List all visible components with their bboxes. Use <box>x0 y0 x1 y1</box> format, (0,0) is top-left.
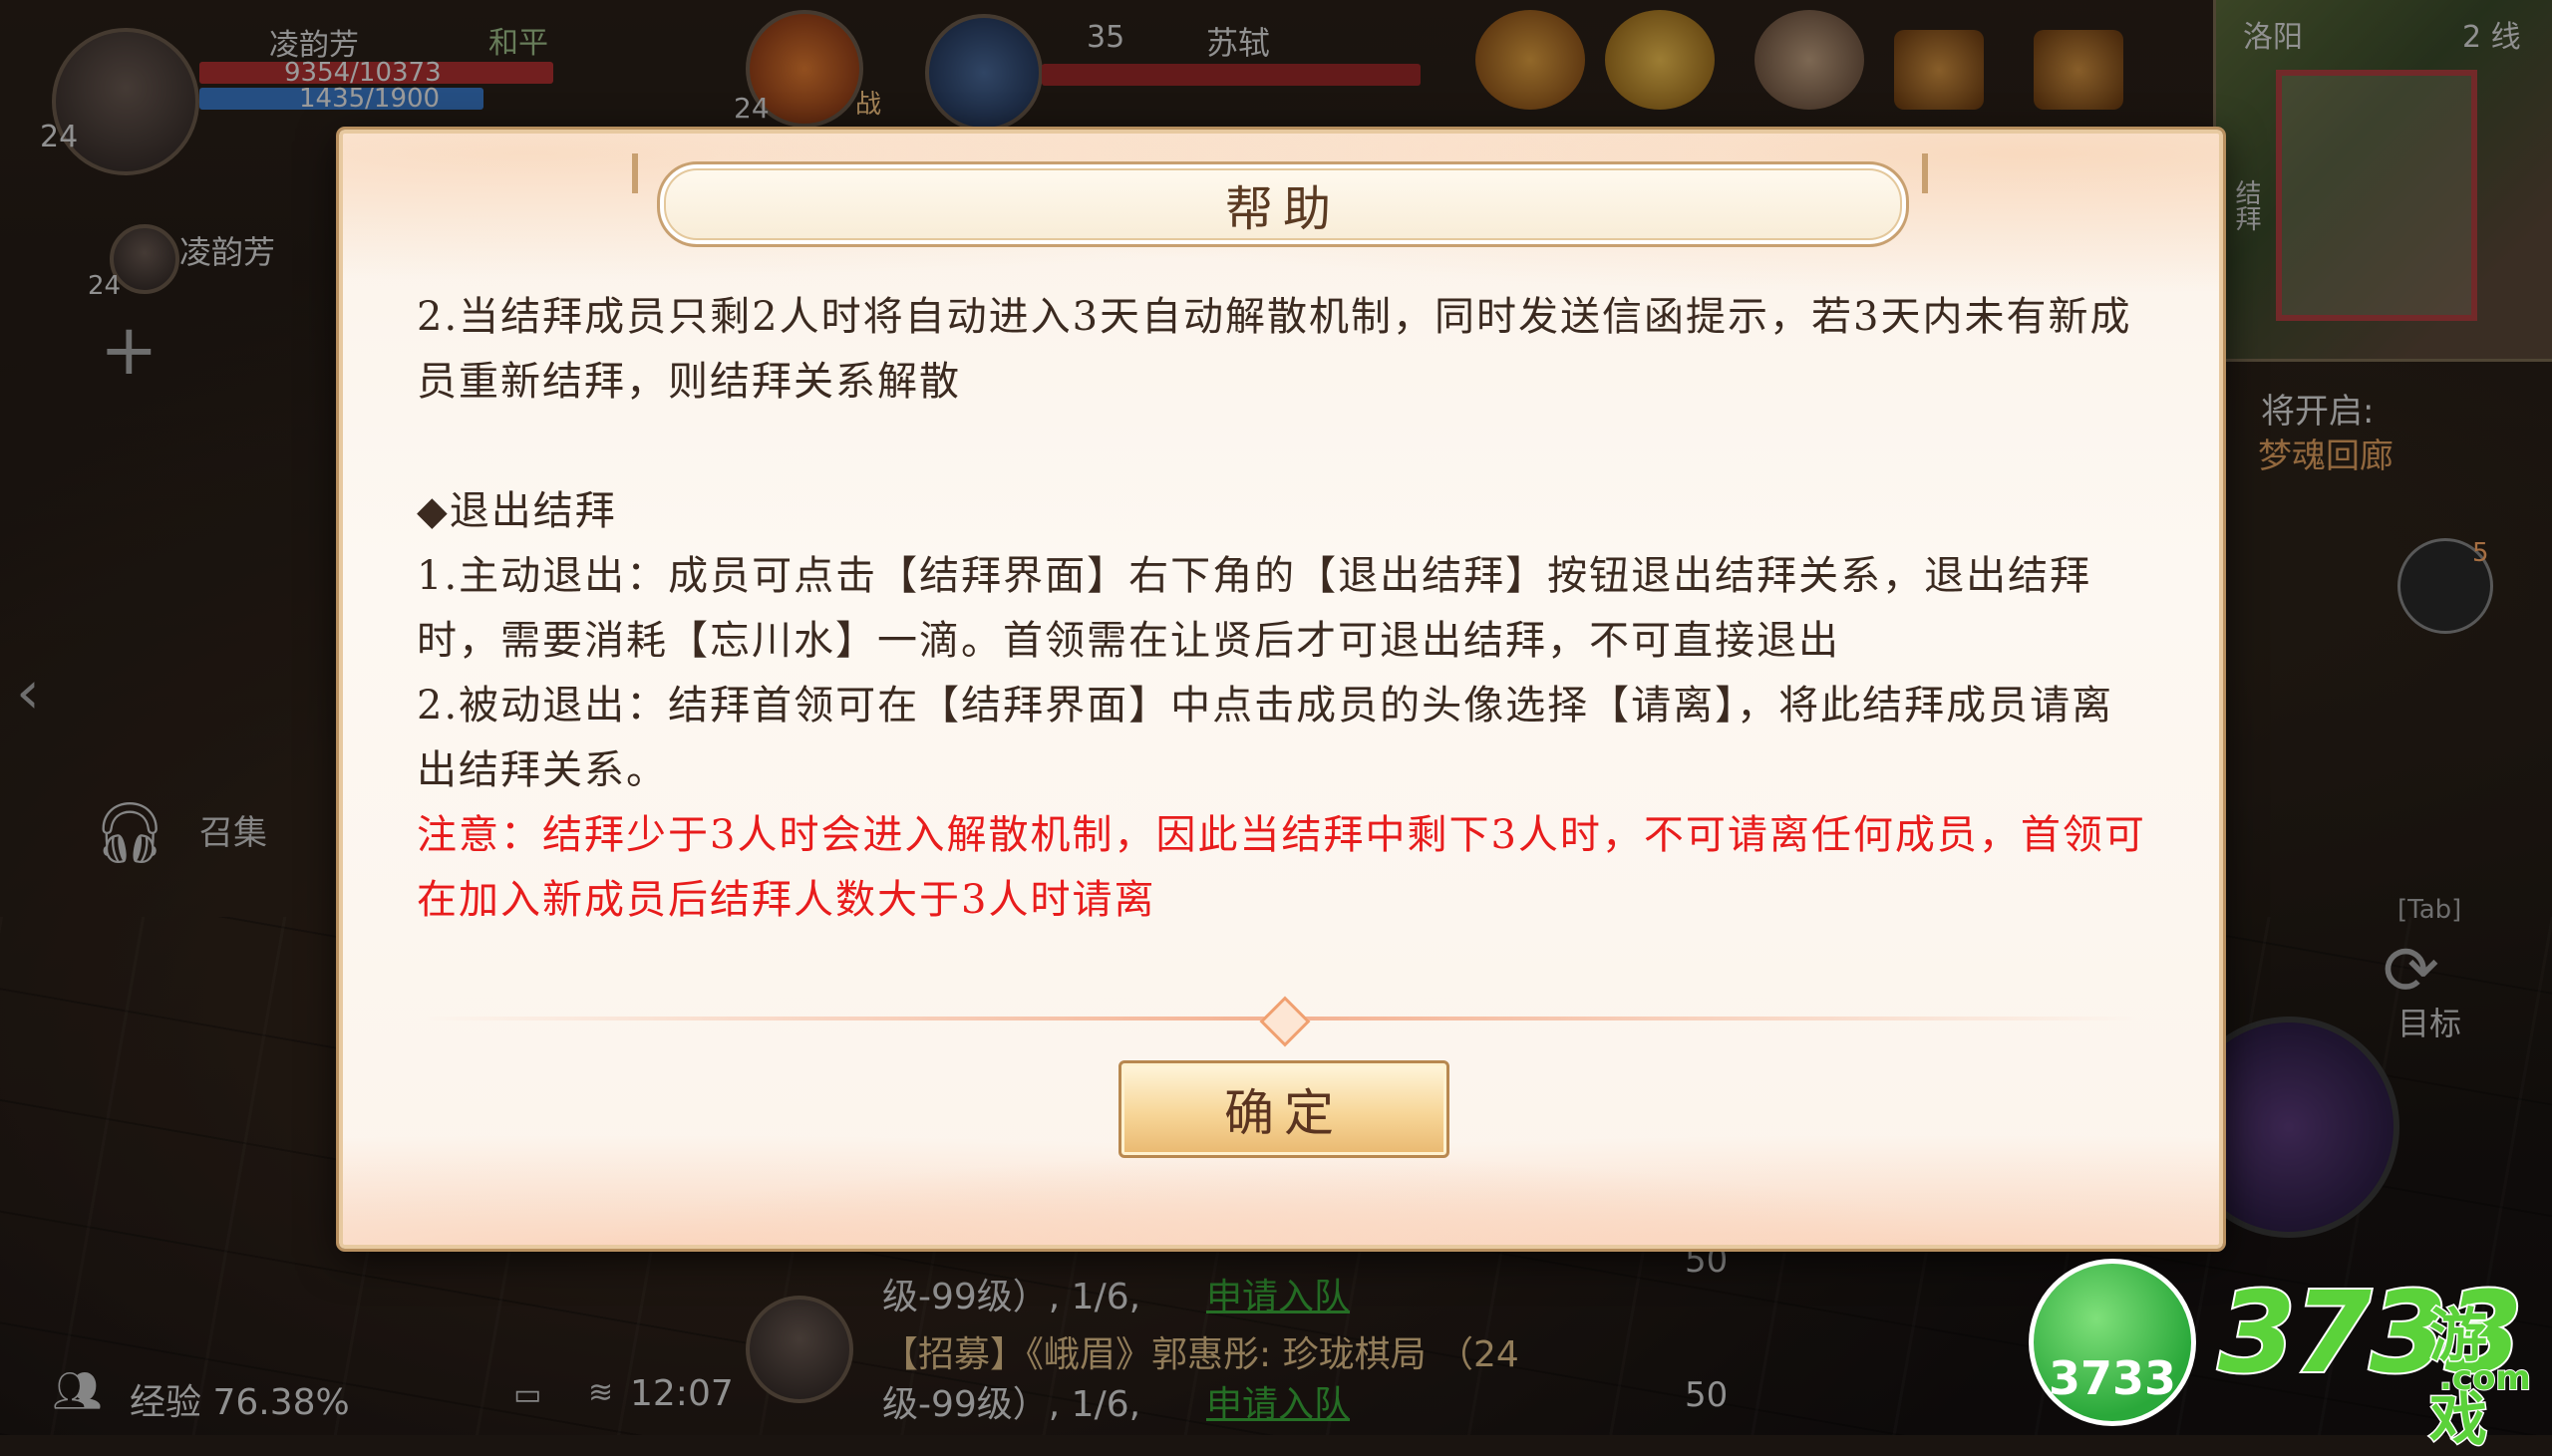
ornament-left <box>632 153 638 193</box>
help-dialog: 帮助 2.当结拜成员只剩2人时将自动进入3天自动解散机制，同时发送信函提示，若3… <box>339 130 2223 1249</box>
ok-button[interactable]: 确定 <box>1118 1060 1449 1158</box>
ornament-right <box>1922 153 1928 193</box>
help-paragraph: 2.被动退出：结拜首领可在【结拜界面】中点击成员的头像选择【请离】，将此结拜成员… <box>417 683 2114 793</box>
help-paragraph: 2.当结拜成员只剩2人时将自动进入3天自动解散机制，同时发送信函提示，若3天内未… <box>417 294 2132 405</box>
help-paragraph: 1.主动退出：成员可点击【结拜界面】右下角的【退出结拜】按钮退出结拜关系，退出结… <box>417 553 2092 664</box>
section-heading: ◆退出结拜 <box>417 488 617 534</box>
watermark-logo-icon: 3733 <box>2029 1259 2196 1426</box>
watermark-com: .com <box>2438 1357 2532 1399</box>
dialog-title-plate: 帮助 <box>657 161 1909 247</box>
warning-text: 注意：结拜少于3人时会进入解散机制，因此当结拜中剩下3人时，不可请离任何成员，首… <box>417 812 2146 923</box>
dialog-title: 帮助 <box>1224 181 1341 237</box>
site-watermark: 3733 3733 游戏 .com <box>2029 1251 2537 1455</box>
